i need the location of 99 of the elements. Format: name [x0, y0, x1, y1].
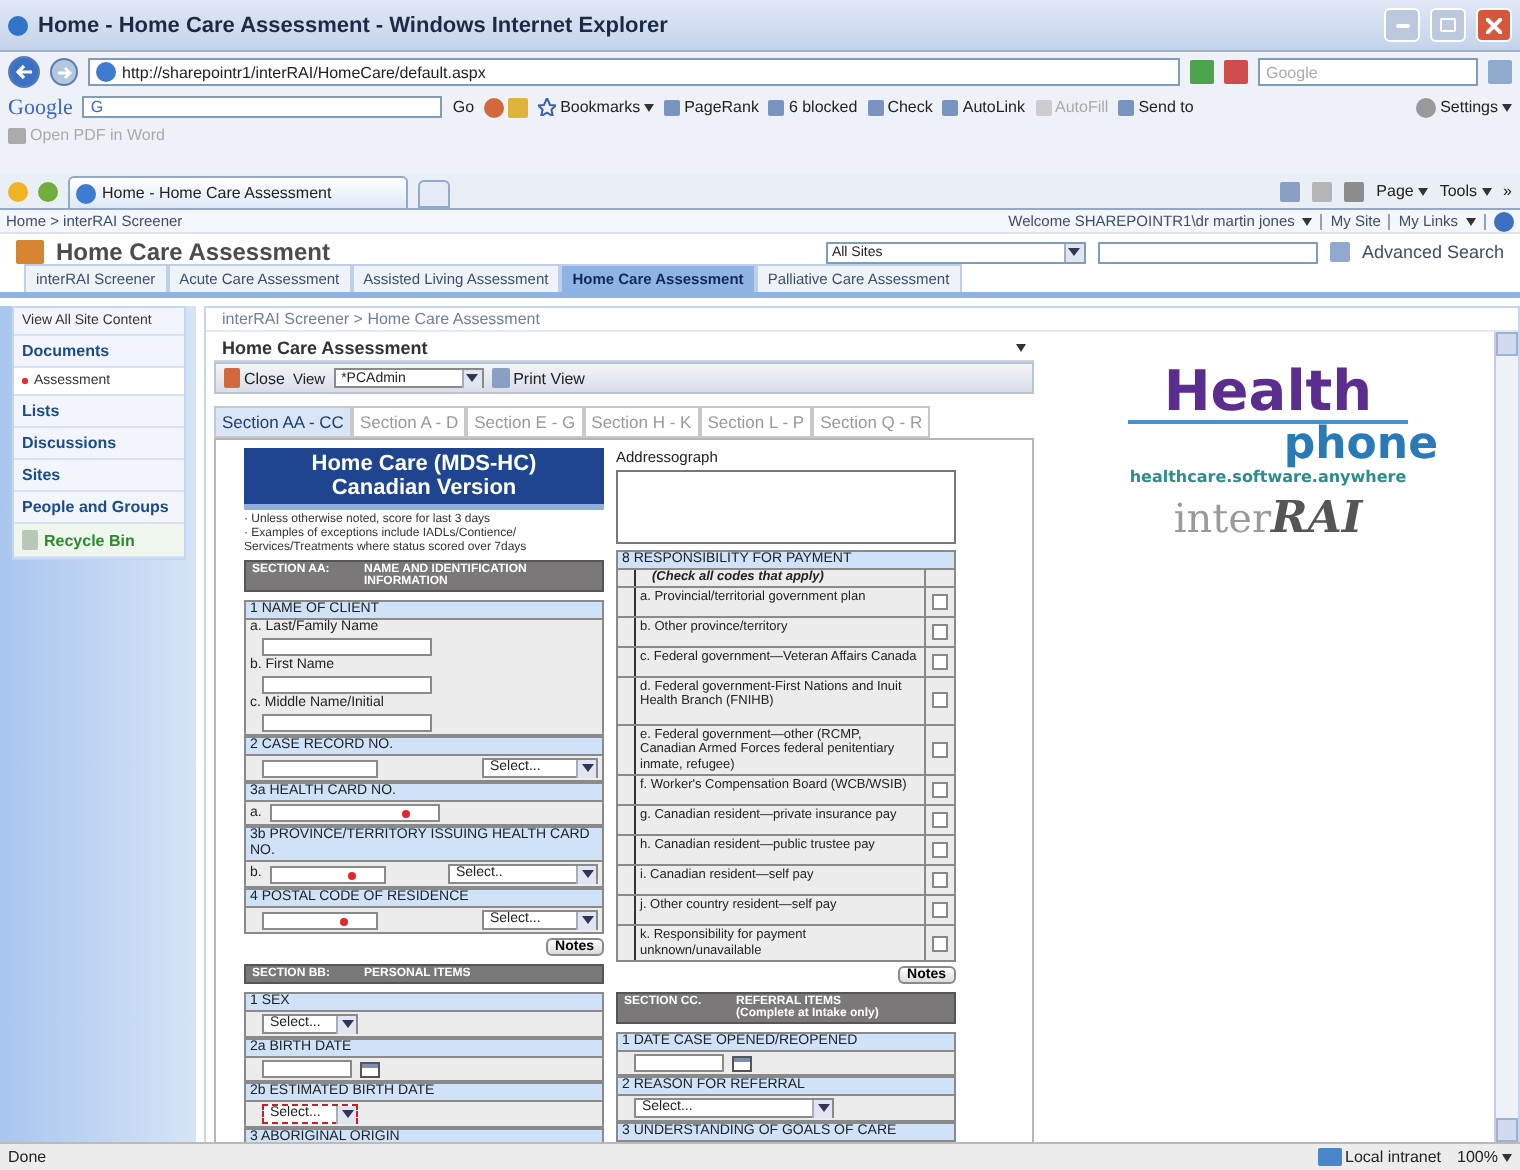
zone-indicator: Local intranet: [1317, 1148, 1442, 1166]
status-text: Done: [8, 1148, 49, 1166]
close-icon: [1486, 17, 1502, 33]
required-icon: [402, 810, 410, 818]
dropdown-caret-icon[interactable]: [576, 759, 596, 777]
toolbar-button[interactable]: PageRank: [664, 98, 759, 116]
close-button[interactable]: Close: [224, 368, 285, 388]
advanced-search-link[interactable]: Advanced Search: [1361, 242, 1504, 262]
text-input[interactable]: [262, 714, 432, 732]
caret-icon[interactable]: [1302, 217, 1313, 225]
tools-menu-button[interactable]: Tools: [1439, 182, 1492, 200]
breadcrumb-text: interRAI Screener > Home Care Assessment: [206, 308, 1518, 332]
section-tab[interactable]: Section AA - CC: [214, 406, 352, 438]
add-favorites-icon[interactable]: [38, 181, 58, 201]
text-input[interactable]: [262, 638, 432, 656]
browser-logo-icon: [8, 15, 28, 35]
browser-tab[interactable]: Home - Home Care Assessment: [68, 176, 408, 208]
calendar-icon[interactable]: [732, 1055, 752, 1071]
caret-icon[interactable]: [1417, 187, 1428, 195]
checkbox[interactable]: [932, 782, 948, 798]
dropdown-caret-icon[interactable]: [336, 1015, 356, 1033]
date-input[interactable]: [262, 1060, 352, 1078]
star-icon: [538, 98, 557, 116]
dropdown-caret-icon[interactable]: [576, 865, 596, 883]
text-input[interactable]: [262, 911, 378, 929]
site-search-field[interactable]: [1097, 241, 1318, 263]
sidebar-heading[interactable]: Sites: [14, 460, 184, 492]
toolbar-button[interactable]: Check: [867, 98, 933, 116]
required-icon: [348, 871, 356, 879]
overflow-button[interactable]: »: [1503, 182, 1512, 200]
calendar-icon[interactable]: [360, 1061, 380, 1077]
help-icon[interactable]: [1494, 211, 1514, 231]
healthphone-logo: Health phone healthcare.software.anywhere interRAI: [1126, 356, 1440, 548]
page-menu-button[interactable]: Page: [1376, 182, 1428, 200]
window-title: Home - Home Care Assessment - Windows Internet Explorer: [38, 13, 670, 37]
required-icon: [340, 917, 348, 925]
checkbox[interactable]: [932, 692, 948, 708]
scrollbar[interactable]: [1494, 332, 1518, 1142]
settings-button[interactable]: Settings: [1416, 97, 1512, 117]
dropdown-caret-icon[interactable]: [461, 369, 482, 387]
restore-icon: [1440, 18, 1456, 32]
text-input[interactable]: [262, 676, 432, 694]
web-part-menu-icon[interactable]: [1016, 344, 1026, 352]
sidebar-heading[interactable]: Lists: [14, 396, 184, 428]
toolbar-icons[interactable]: [484, 97, 529, 117]
caret-icon[interactable]: [1502, 1153, 1512, 1161]
text-input[interactable]: [270, 804, 440, 822]
dropdown-caret-icon[interactable]: [336, 1105, 356, 1123]
site-title: Home Care Assessment: [56, 238, 332, 266]
text-input[interactable]: [262, 759, 378, 777]
toolbar-button[interactable]: 6 blocked: [768, 98, 858, 116]
caret-icon[interactable]: [644, 103, 655, 111]
address-field[interactable]: http://sharepointr1/interRAI/HomeCare/default.aspx: [88, 58, 1180, 86]
page-icon: [76, 183, 96, 203]
back-button[interactable]: [8, 56, 40, 88]
date-input[interactable]: [634, 1054, 724, 1072]
checkbox[interactable]: [932, 623, 948, 639]
home-icon[interactable]: [1280, 181, 1301, 201]
toolbar-button[interactable]: AutoLink: [942, 98, 1026, 116]
toolbar-button[interactable]: Go: [452, 98, 475, 116]
google-search-field[interactable]: G: [82, 96, 443, 118]
minimize-icon: [1395, 23, 1409, 27]
zoom-button[interactable]: 100%: [1457, 1148, 1512, 1166]
new-tab-button[interactable]: [418, 180, 450, 208]
search-icon[interactable]: [1329, 242, 1350, 262]
toolbar-icon[interactable]: [484, 97, 505, 117]
caret-icon[interactable]: [1481, 187, 1492, 195]
bullet-icon: [22, 378, 28, 384]
checkbox[interactable]: [932, 872, 948, 888]
checkbox[interactable]: [932, 842, 948, 858]
dropdown-caret-icon[interactable]: [812, 1099, 832, 1117]
checkbox[interactable]: [932, 902, 948, 918]
caret-icon[interactable]: [1466, 217, 1476, 225]
site-logo-icon: [16, 240, 44, 264]
checkbox[interactable]: [932, 741, 948, 758]
dropdown-caret-icon[interactable]: [1063, 243, 1084, 261]
dropdown-caret-icon[interactable]: [576, 911, 596, 929]
sidebar-heading[interactable]: Documents: [14, 336, 184, 368]
recycle-bin-link[interactable]: Recycle Bin: [14, 524, 184, 558]
web-part-title: Home Care Assessment: [222, 338, 428, 358]
caret-icon[interactable]: [1502, 103, 1512, 111]
print-icon[interactable]: [1344, 181, 1365, 201]
toolbar-button[interactable]: Send to: [1118, 98, 1194, 116]
sidebar-heading[interactable]: People and Groups: [14, 492, 184, 524]
text-input[interactable]: [270, 865, 386, 883]
checkbox[interactable]: [932, 653, 948, 669]
forward-arrow-icon: [57, 65, 71, 79]
print-view-button[interactable]: Print View: [491, 368, 585, 388]
checkbox[interactable]: [932, 593, 948, 609]
addressograph-field[interactable]: [616, 470, 956, 543]
google-logo: Google: [8, 95, 73, 119]
form-banner: Home Care (MDS-HC) Canadian Version: [244, 448, 604, 510]
close-button[interactable]: [1476, 8, 1512, 42]
sidebar-heading[interactable]: Discussions: [14, 428, 184, 460]
forward-button[interactable]: [50, 58, 78, 86]
checkbox[interactable]: [932, 812, 948, 828]
back-arrow-icon: [16, 64, 32, 80]
bookmarks-button[interactable]: Bookmarks: [538, 98, 655, 116]
checkbox[interactable]: [932, 935, 948, 951]
